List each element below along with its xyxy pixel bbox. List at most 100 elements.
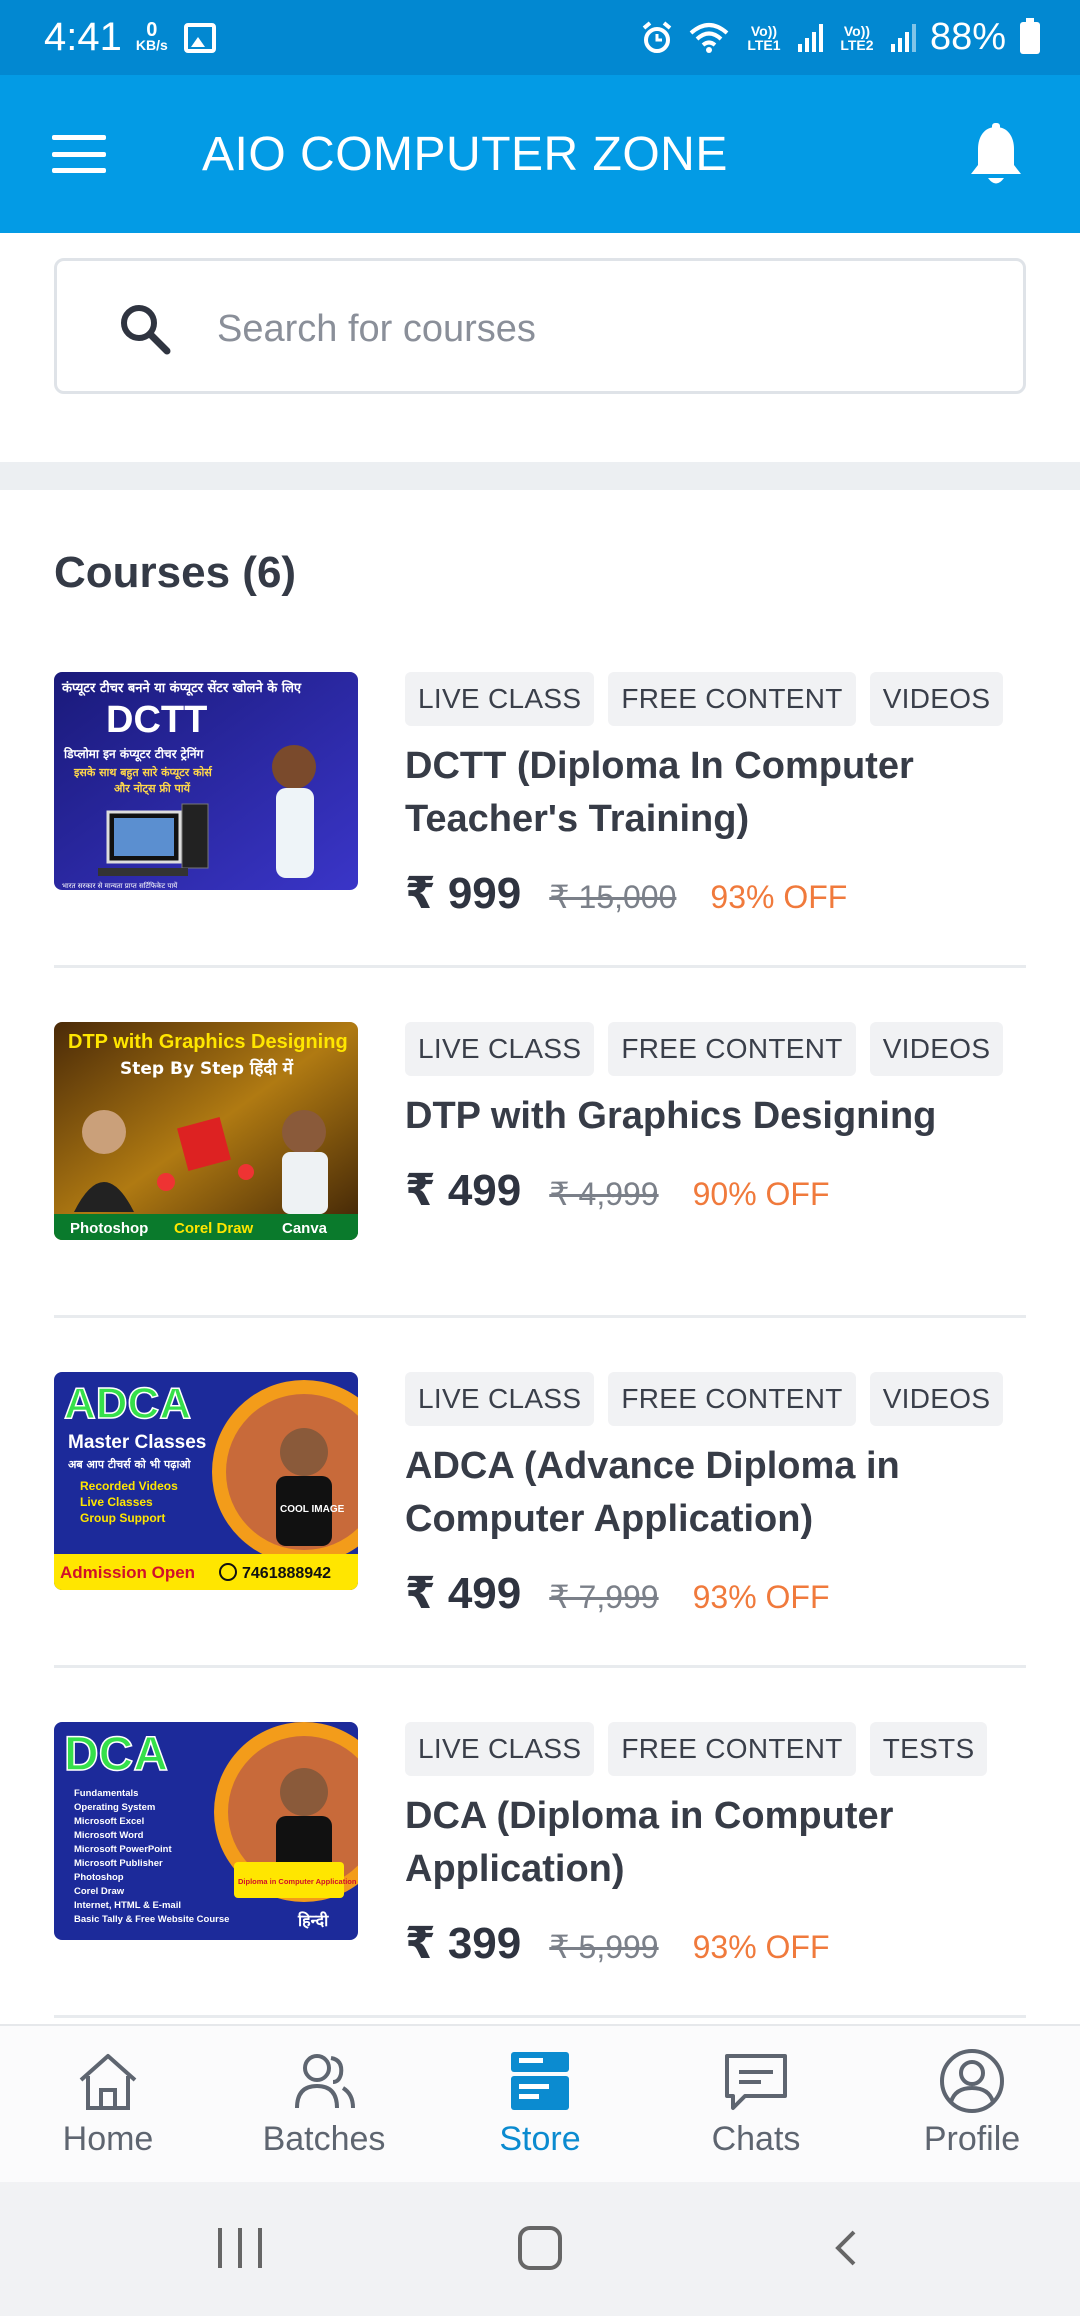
thumb-footer-1: Photoshop [70, 1220, 148, 1237]
nav-batches[interactable]: Batches [216, 2026, 432, 2182]
price-row: ₹ 999 ₹ 15,000 93% OFF [405, 868, 1025, 919]
course-card-dca[interactable]: DCA Fundamentals Operating System Micros… [54, 1722, 1026, 2018]
thumb-bullet-9: Internet, HTML & E-mail [74, 1900, 181, 1911]
thumb-bullet-4: Microsoft Word [74, 1830, 144, 1841]
signal-1-icon [797, 23, 823, 52]
course-info: LIVE CLASS FREE CONTENT VIDEOS DTP with … [405, 1022, 1025, 1216]
status-bar: 4:41 0 KB/s Vo)) LTE1 Vo)) LTE2 88% [0, 0, 1080, 75]
search-bar[interactable] [54, 258, 1026, 394]
nav-chats[interactable]: Chats [648, 2026, 864, 2182]
thumb-bullet-1: Fundamentals [74, 1788, 138, 1799]
section-divider [0, 462, 1080, 490]
price-row: ₹ 399 ₹ 5,999 93% OFF [405, 1918, 1025, 1969]
tag-live-class: LIVE CLASS [405, 672, 595, 726]
course-card-adca[interactable]: COOL IMAGE ADCA Master Classes अब आप टीच… [54, 1372, 1026, 1668]
wifi-icon [689, 22, 729, 53]
course-price: ₹ 499 [405, 1569, 522, 1618]
thumb-bullet-3: Group Support [80, 1511, 165, 1525]
tag-videos: VIDEOS [869, 1022, 1004, 1076]
nav-profile-label: Profile [923, 2120, 1021, 2158]
thumb-bullet-1: Recorded Videos [80, 1479, 178, 1493]
price-row: ₹ 499 ₹ 4,999 90% OFF [405, 1165, 1025, 1216]
nav-profile[interactable]: Profile [864, 2026, 1080, 2182]
nav-chats-label: Chats [711, 2120, 801, 2158]
price-row: ₹ 499 ₹ 7,999 93% OFF [405, 1568, 1025, 1619]
course-discount: 93% OFF [692, 1579, 830, 1615]
thumb-bullet-10: Basic Tally & Free Website Course [74, 1914, 229, 1925]
course-title: DCA (Diploma in Computer Application) [405, 1795, 894, 1890]
course-card-dtp[interactable]: DTP with Graphics Designing Step By Step… [54, 1022, 1026, 1318]
thumb-bullet-2: Operating System [74, 1802, 155, 1813]
course-discount: 93% OFF [692, 1929, 830, 1965]
recent-apps-button[interactable] [218, 2228, 262, 2268]
tag-videos: VIDEOS [869, 672, 1004, 726]
bell-icon[interactable] [966, 123, 1026, 189]
course-info: LIVE CLASS FREE CONTENT VIDEOS DCTT (Dip… [405, 672, 1025, 919]
nav-batches-label: Batches [262, 2120, 386, 2158]
thumb-sub: Step By Step हिंदी में [120, 1058, 294, 1079]
course-tags: LIVE CLASS FREE CONTENT TESTS [405, 1722, 1025, 1776]
course-price: ₹ 399 [405, 1919, 522, 1968]
search-input[interactable] [217, 299, 977, 359]
course-tags: LIVE CLASS FREE CONTENT VIDEOS [405, 1372, 1025, 1426]
tag-live-class: LIVE CLASS [405, 1722, 595, 1776]
home-button[interactable] [518, 2226, 562, 2270]
nav-home[interactable]: Home [0, 2026, 216, 2182]
chat-icon [725, 2054, 787, 2110]
thumb-course-name: DCA [64, 1728, 168, 1781]
tag-free-content: FREE CONTENT [608, 672, 856, 726]
nav-home-label: Home [62, 2120, 154, 2158]
courses-section-title: Courses (6) [54, 548, 297, 597]
thumb-badge: COOL IMAGE [280, 1504, 345, 1515]
course-price: ₹ 999 [405, 869, 522, 918]
course-mrp: ₹ 7,999 [549, 1579, 659, 1615]
course-title: DCTT (Diploma In Computer Teacher's Trai… [405, 745, 914, 840]
network-speed: 0 KB/s [135, 18, 168, 53]
thumb-header: कंप्यूटर टीचर बनने या कंप्यूटर सेंटर खोल… [61, 680, 302, 696]
course-discount: 93% OFF [710, 879, 848, 915]
nav-store-label: Store [499, 2120, 581, 2158]
thumb-bullet-8: Corel Draw [74, 1886, 125, 1897]
tag-free-content: FREE CONTENT [608, 1372, 856, 1426]
back-button[interactable] [826, 2228, 866, 2268]
course-info: LIVE CLASS FREE CONTENT TESTS DCA (Diplo… [405, 1722, 1025, 1969]
course-discount: 90% OFF [692, 1176, 830, 1212]
network-speed-value: 0 [146, 18, 158, 41]
hamburger-icon[interactable] [52, 135, 106, 173]
thumb-header: DTP with Graphics Designing [68, 1031, 348, 1053]
thumb-bullet-2: Live Classes [80, 1495, 153, 1509]
course-thumbnail: COOL IMAGE ADCA Master Classes अब आप टीच… [54, 1372, 358, 1590]
thumb-badge: Diploma in Computer Application [238, 1877, 357, 1886]
network-lte2: Vo)) LTE2 [840, 22, 874, 53]
home-icon [79, 2054, 137, 2110]
course-thumbnail: DCA Fundamentals Operating System Micros… [54, 1722, 358, 1940]
thumb-lang: हिन्दी [297, 1911, 329, 1930]
tag-free-content: FREE CONTENT [608, 1022, 856, 1076]
search-icon [121, 305, 171, 355]
thumb-footer-2: Corel Draw [174, 1220, 254, 1237]
course-card-dctt[interactable]: कंप्यूटर टीचर बनने या कंप्यूटर सेंटर खोल… [54, 672, 1026, 968]
system-navigation-bar [0, 2182, 1080, 2316]
tag-live-class: LIVE CLASS [405, 1022, 595, 1076]
thumb-line-2: इसके साथ बहुत सारे कंप्यूटर कोर्स [73, 765, 213, 780]
course-tags: LIVE CLASS FREE CONTENT VIDEOS [405, 1022, 1025, 1076]
tag-live-class: LIVE CLASS [405, 1372, 595, 1426]
store-icon [511, 2052, 569, 2110]
network-speed-unit: KB/s [135, 36, 168, 53]
tag-videos: VIDEOS [869, 1372, 1004, 1426]
alarm-icon [642, 20, 672, 53]
thumb-line: अब आप टीचर्स को भी पढ़ाओ [68, 1457, 191, 1471]
app-title: AIO COMPUTER ZONE [202, 128, 728, 181]
thumb-sub: Master Classes [68, 1432, 206, 1453]
course-thumbnail: DTP with Graphics Designing Step By Step… [54, 1022, 358, 1240]
profile-icon [940, 2049, 1004, 2113]
thumb-line-1: डिप्लोमा इन कंप्यूटर टीचर ट्रेनिंग [63, 746, 204, 762]
battery-icon [1020, 17, 1040, 54]
battery-percentage: 88% [929, 16, 1006, 58]
signal-2-icon [890, 23, 916, 52]
course-title: DTP with Graphics Designing [405, 1095, 937, 1137]
batches-icon [295, 2054, 355, 2109]
thumb-bullet-6: Microsoft Publisher [74, 1858, 163, 1869]
nav-store[interactable]: Store [432, 2026, 648, 2182]
course-info: LIVE CLASS FREE CONTENT VIDEOS ADCA (Adv… [405, 1372, 1025, 1619]
